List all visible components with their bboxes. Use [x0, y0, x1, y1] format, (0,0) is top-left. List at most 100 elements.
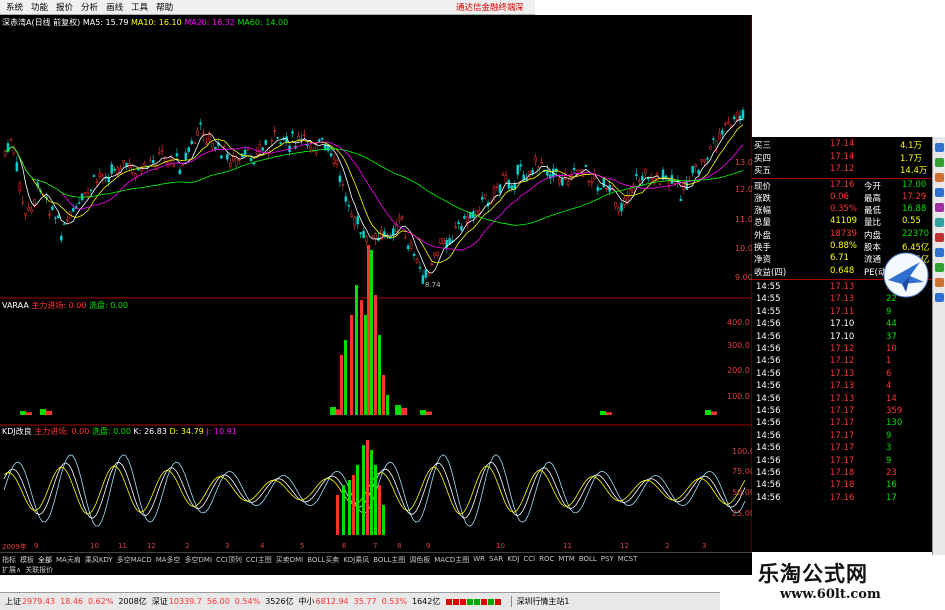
indicator-tab[interactable]: CCI主图	[246, 555, 272, 565]
indicator-tab[interactable]: 指标	[2, 555, 16, 565]
stat-value: 0.648	[830, 265, 855, 276]
indicator-tab[interactable]: KDJ乘风	[343, 555, 369, 565]
candle-body	[415, 258, 419, 264]
stat-value: 17.29	[902, 191, 927, 202]
watermark: 乐淘公式网 www.60lt.com	[752, 555, 945, 609]
bid-row[interactable]: 买五 17.12 14.4万	[752, 164, 932, 176]
chart-area[interactable]: 8.74 深赤湾A(日线 前复权) MA5: 15.79 MA10: 16.10…	[0, 15, 758, 552]
candle-body	[430, 263, 434, 266]
indicator-tab[interactable]: 模板	[20, 555, 34, 565]
menu-system[interactable]: 系统	[6, 1, 23, 13]
market-server[interactable]: 深圳行情主站1	[511, 596, 569, 607]
indicator-tab[interactable]: MACD主图	[434, 555, 469, 565]
candle-body	[421, 275, 425, 284]
quote-tool-icon[interactable]	[935, 143, 944, 152]
candle-body	[584, 165, 588, 167]
x-axis-month-label: 12	[620, 542, 629, 550]
formula-tool-icon[interactable]	[935, 203, 944, 212]
tick-volume: 9	[886, 455, 892, 466]
tab-related-quote[interactable]: 关联报价	[25, 565, 53, 575]
stat-label: 收益(四)	[754, 267, 787, 278]
chart-tool-icon[interactable]	[935, 158, 944, 167]
indicator-tab[interactable]: 多空DMI	[185, 555, 213, 565]
stat-label: 总量	[754, 218, 772, 229]
indicator-tab[interactable]: KDJ	[507, 555, 519, 565]
menu-help[interactable]: 帮助	[156, 1, 173, 13]
indicator-tab[interactable]: CCI	[523, 555, 535, 565]
watermark-title: 乐淘公式网	[758, 561, 868, 586]
candle-body	[57, 215, 60, 219]
candle-body	[27, 207, 30, 211]
indicator-tab[interactable]: MA天肩	[56, 555, 81, 565]
indicator-tab[interactable]: MA多空	[156, 555, 181, 565]
indicator-tab[interactable]: BOLL主图	[373, 555, 405, 565]
indicator-tab[interactable]: 全部	[38, 555, 52, 565]
stat-label: 涨跌	[754, 193, 772, 204]
tick-time: 14:56	[756, 356, 781, 367]
indicator-tab[interactable]: BOLL	[579, 555, 597, 565]
promo-link-2[interactable]: 深	[515, 1, 524, 13]
candle-body	[560, 178, 564, 186]
indicator-tab[interactable]: 乘风KDY	[85, 555, 113, 565]
bid-label: 买四	[754, 153, 772, 164]
stat-value: 0.55	[902, 216, 921, 227]
tick-price: 17.16	[830, 492, 855, 503]
indicator-tab[interactable]: 多空MACD	[117, 555, 152, 565]
indicator-tab[interactable]: MCST	[618, 555, 638, 565]
zoom-tool-icon[interactable]	[935, 278, 944, 287]
tab-expand[interactable]: 扩展∧	[2, 565, 21, 575]
candle-body	[709, 146, 712, 150]
candle-body	[658, 183, 662, 186]
candle-body	[516, 165, 520, 175]
candle-body	[30, 209, 33, 213]
info-tool-icon[interactable]	[935, 188, 944, 197]
candle-body	[77, 202, 81, 204]
indicator-tab[interactable]: 买卖DMI	[276, 555, 304, 565]
menu-function[interactable]: 功能	[31, 1, 48, 13]
y-tick-varaa-2: 200.0	[727, 366, 750, 375]
tick-volume: 4	[886, 381, 892, 392]
draw-tool-icon[interactable]	[935, 173, 944, 182]
stat-label: 流通	[864, 255, 882, 266]
candle-body	[151, 160, 155, 164]
alert-tool-icon[interactable]	[935, 233, 944, 242]
settings-tool-icon[interactable]	[935, 248, 944, 257]
indicator-tab[interactable]: MTM	[558, 555, 574, 565]
tick-row: 14:56 17.13 14	[752, 394, 932, 406]
menu-draw[interactable]: 画线	[106, 1, 123, 13]
candle-body	[71, 208, 75, 212]
zx-index-value[interactable]: 6812.94	[316, 597, 349, 606]
kdj-bar	[352, 475, 355, 535]
menu-analysis[interactable]: 分析	[81, 1, 98, 13]
candle-body	[498, 184, 502, 193]
tick-row: 14:56 17.13 4	[752, 381, 932, 393]
indicator-tab[interactable]: 调色板	[409, 555, 430, 565]
varaa-wash: 洗盘: 0.00	[89, 301, 129, 310]
news-tool-icon[interactable]	[935, 218, 944, 227]
zx-index-change: 35.77	[353, 597, 377, 606]
menu-tools[interactable]: 工具	[131, 1, 148, 13]
sz-index-value[interactable]: 10339.7	[169, 597, 202, 606]
export-tool-icon[interactable]	[935, 263, 944, 272]
sh-index-value[interactable]: 2979.43	[22, 597, 55, 606]
promo-link[interactable]: 通达信金融终端	[456, 1, 516, 13]
indicator-tab[interactable]: CCI顶列	[216, 555, 242, 565]
bid-row[interactable]: 买四 17.14 1.7万	[752, 152, 932, 164]
tick-row: 14:56 17.13 6	[752, 369, 932, 381]
candle-body	[234, 158, 238, 167]
indicator-tab[interactable]: PSY	[601, 555, 614, 565]
chart-canvas[interactable]: 8.74	[0, 15, 753, 552]
indicator-tab[interactable]: WR	[473, 555, 485, 565]
menu-quote[interactable]: 报价	[56, 1, 73, 13]
tick-row: 14:56 17.12 10	[752, 344, 932, 356]
bid-row[interactable]: 买三 17.14 4.1万	[752, 139, 932, 151]
stat-value: 17.00	[902, 179, 927, 190]
x-axis-month-label: 10	[90, 542, 99, 550]
candle-body	[454, 226, 457, 229]
indicator-tab[interactable]: SAR	[489, 555, 503, 565]
stat-row: 涨幅 0.35% 最低 16.88	[752, 204, 932, 216]
x-axis-month-label: 7	[373, 542, 378, 550]
help-tool-icon[interactable]	[935, 293, 944, 302]
indicator-tab[interactable]: ROC	[539, 555, 554, 565]
indicator-tab[interactable]: BOLL买卖	[307, 555, 339, 565]
